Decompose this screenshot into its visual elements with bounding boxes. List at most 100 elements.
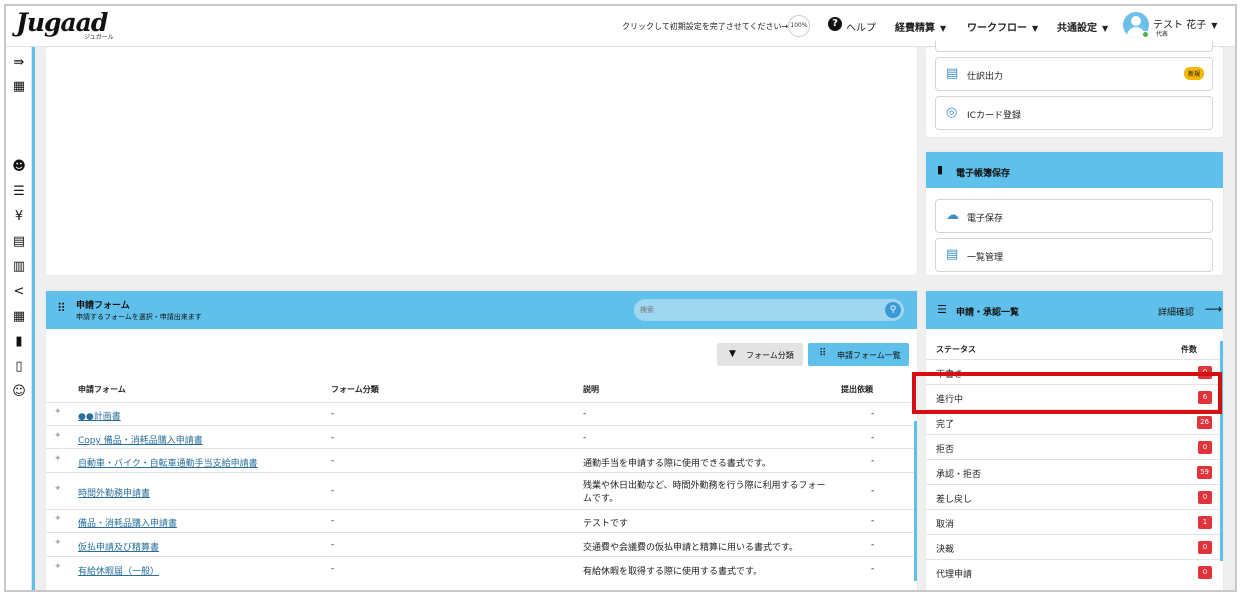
nav-common-settings[interactable]: 共通設定 ▼: [1057, 19, 1108, 34]
pin-icon[interactable]: ✦: [54, 454, 62, 464]
grid-icon[interactable]: ▦: [11, 309, 27, 325]
arrow-right-icon[interactable]: ⟶: [1205, 302, 1222, 316]
user-role: 代表: [1156, 31, 1169, 38]
pin-icon[interactable]: ✦: [54, 431, 62, 441]
status-label: 差し戻し: [936, 495, 973, 505]
chevron-down-icon: ▼: [940, 24, 947, 33]
form-request: -: [871, 409, 875, 419]
share-icon[interactable]: <: [11, 284, 27, 300]
col-header-description[interactable]: 説明: [583, 384, 599, 395]
form-category-button[interactable]: ▼ フォーム分類: [717, 343, 803, 366]
form-description: 残業や休日出勤など、時間外勤務を行う際に利用するフォー: [583, 481, 826, 491]
status-row-proxy[interactable]: 代理申請 0: [926, 559, 1222, 584]
detail-link[interactable]: 詳細確認: [1158, 305, 1194, 318]
ic-card-button[interactable]: ◎ ICカード登録: [935, 96, 1213, 130]
sidebar: ⇛ ▦ ☻ ☰ ¥ ▤ ▥ < ▦ ▮ ▯ ☺: [6, 47, 32, 590]
form-category: -: [331, 409, 335, 419]
pin-icon[interactable]: ✦: [54, 484, 62, 494]
e-save-button[interactable]: ☁ 電子保存: [935, 199, 1213, 233]
form-name-link[interactable]: Copy 備品・消耗品購入申請書: [78, 433, 203, 446]
forms-header: ⠿ 申請フォーム 申請するフォームを選択・申請出来ます ⚲: [46, 291, 917, 329]
pin-icon[interactable]: ✦: [54, 562, 62, 572]
count-badge: 1: [1198, 516, 1212, 529]
forms-card: ⠿ 申請フォーム 申請するフォームを選択・申請出来ます ⚲ ▼ フォーム分類 ⠿…: [46, 291, 917, 590]
col-header-form[interactable]: 申請フォーム: [78, 384, 126, 395]
expand-icon[interactable]: ⇛: [11, 55, 27, 71]
nav-workflow[interactable]: ワークフロー ▼: [967, 19, 1038, 34]
status-row-returned[interactable]: 差し戻し 0: [926, 484, 1222, 509]
divider: [46, 472, 917, 473]
list-management-button[interactable]: ▤ 一覧管理: [935, 238, 1213, 272]
form-name-link[interactable]: 自動車・バイク・自転車通勤手当支給申請書: [78, 456, 258, 469]
status-row-decided[interactable]: 決裁 0: [926, 534, 1222, 559]
form-name-text: ●●計画書: [78, 412, 121, 422]
form-name-link[interactable]: 備品・消耗品購入申請書: [78, 516, 177, 529]
support-icon[interactable]: ☺: [11, 384, 27, 400]
form-request: -: [871, 564, 875, 574]
document-icon[interactable]: ▤: [11, 234, 27, 250]
status-label: 完了: [936, 420, 955, 430]
col-header-category[interactable]: フォーム分類: [331, 384, 379, 395]
list-icon: ☰: [937, 303, 947, 316]
invoice-icon[interactable]: ▮: [11, 334, 27, 350]
form-name-link[interactable]: 時間外勤務申請書: [78, 486, 150, 499]
status-row-rejected[interactable]: 拒否 0: [926, 434, 1222, 459]
e-save-label: 電子保存: [967, 214, 1004, 224]
forms-scrollbar[interactable]: [914, 421, 917, 581]
journal-export-button[interactable]: ▤ 仕訳出力 新規: [935, 57, 1213, 91]
grid-icon: ⠿: [819, 348, 827, 359]
building-icon[interactable]: ▦: [11, 79, 27, 95]
help-icon[interactable]: ?: [828, 17, 842, 31]
form-description: -: [583, 433, 587, 443]
form-description: 交通費や会議費の仮払申請と精算に用いる書式です。: [583, 543, 799, 553]
form-name-link[interactable]: 仮払申請及び精算書: [78, 540, 159, 553]
form-name-text: 仮払申請及び精算書: [78, 543, 160, 553]
ledger-icon[interactable]: ▥: [11, 259, 27, 275]
chevron-down-icon: ▼: [1211, 21, 1218, 30]
users-icon[interactable]: ☻: [11, 159, 27, 175]
ebook-header: ▮ 電子帳簿保存: [926, 152, 1223, 188]
status-label: 拒否: [936, 445, 955, 455]
divider: [46, 509, 917, 510]
book-icon[interactable]: ▯: [11, 359, 27, 375]
form-category: -: [331, 433, 335, 443]
new-badge: 新規: [1183, 67, 1204, 80]
ic-card-label: ICカード登録: [967, 111, 1021, 121]
form-request: -: [871, 433, 875, 443]
status-label: 決裁: [936, 545, 955, 555]
form-description: 通勤手当を申請する際に使用できる書式です。: [583, 459, 771, 469]
help-link[interactable]: ヘルプ: [846, 19, 876, 34]
status-label: 承認・拒否: [936, 470, 982, 480]
col-header-request[interactable]: 提出依頼: [841, 384, 873, 395]
form-request: -: [871, 456, 875, 466]
yen-icon[interactable]: ¥: [11, 209, 27, 225]
status-row-approve-reject[interactable]: 承認・拒否 59: [926, 459, 1222, 484]
search-box[interactable]: ⚲: [634, 299, 904, 321]
form-list-label: 申請フォーム一覧: [837, 351, 901, 360]
divider: [46, 532, 917, 533]
form-request: -: [871, 516, 875, 526]
previous-button-partial[interactable]: [935, 41, 1213, 52]
chevron-down-icon: ▼: [1102, 24, 1109, 33]
search-input[interactable]: [640, 302, 870, 318]
pin-icon[interactable]: ✦: [54, 407, 62, 417]
form-name-text: 時間外勤務申請書: [78, 489, 151, 499]
list-icon[interactable]: ☰: [11, 184, 27, 200]
nav-expense-label: 経費精算: [895, 23, 935, 34]
top-blank-card: [46, 47, 917, 275]
search-icon[interactable]: ⚲: [885, 302, 901, 318]
setup-progress-badge[interactable]: 100%: [788, 15, 810, 37]
form-list-button[interactable]: ⠿ 申請フォーム一覧: [808, 343, 909, 366]
status-label: 代理申請: [936, 570, 973, 580]
pin-icon[interactable]: ✦: [54, 514, 62, 524]
pin-icon[interactable]: ✦: [54, 538, 62, 548]
form-name-link[interactable]: ●●計画書: [78, 409, 121, 422]
form-name-text: 自動車・バイク・自転車通勤手当支給申請書: [78, 459, 258, 469]
setup-prompt-link[interactable]: クリックして初期設定を完了させてください→: [622, 21, 788, 32]
count-badge: 26: [1197, 416, 1212, 429]
status-row-cancelled[interactable]: 取消 1: [926, 509, 1222, 534]
form-name-link[interactable]: 有給休暇届（一般）: [78, 564, 159, 577]
form-description: 有給休暇を取得する際に使用する書式です。: [583, 567, 763, 577]
nav-expense[interactable]: 経費精算 ▼: [895, 19, 946, 34]
form-description: -: [583, 409, 587, 419]
